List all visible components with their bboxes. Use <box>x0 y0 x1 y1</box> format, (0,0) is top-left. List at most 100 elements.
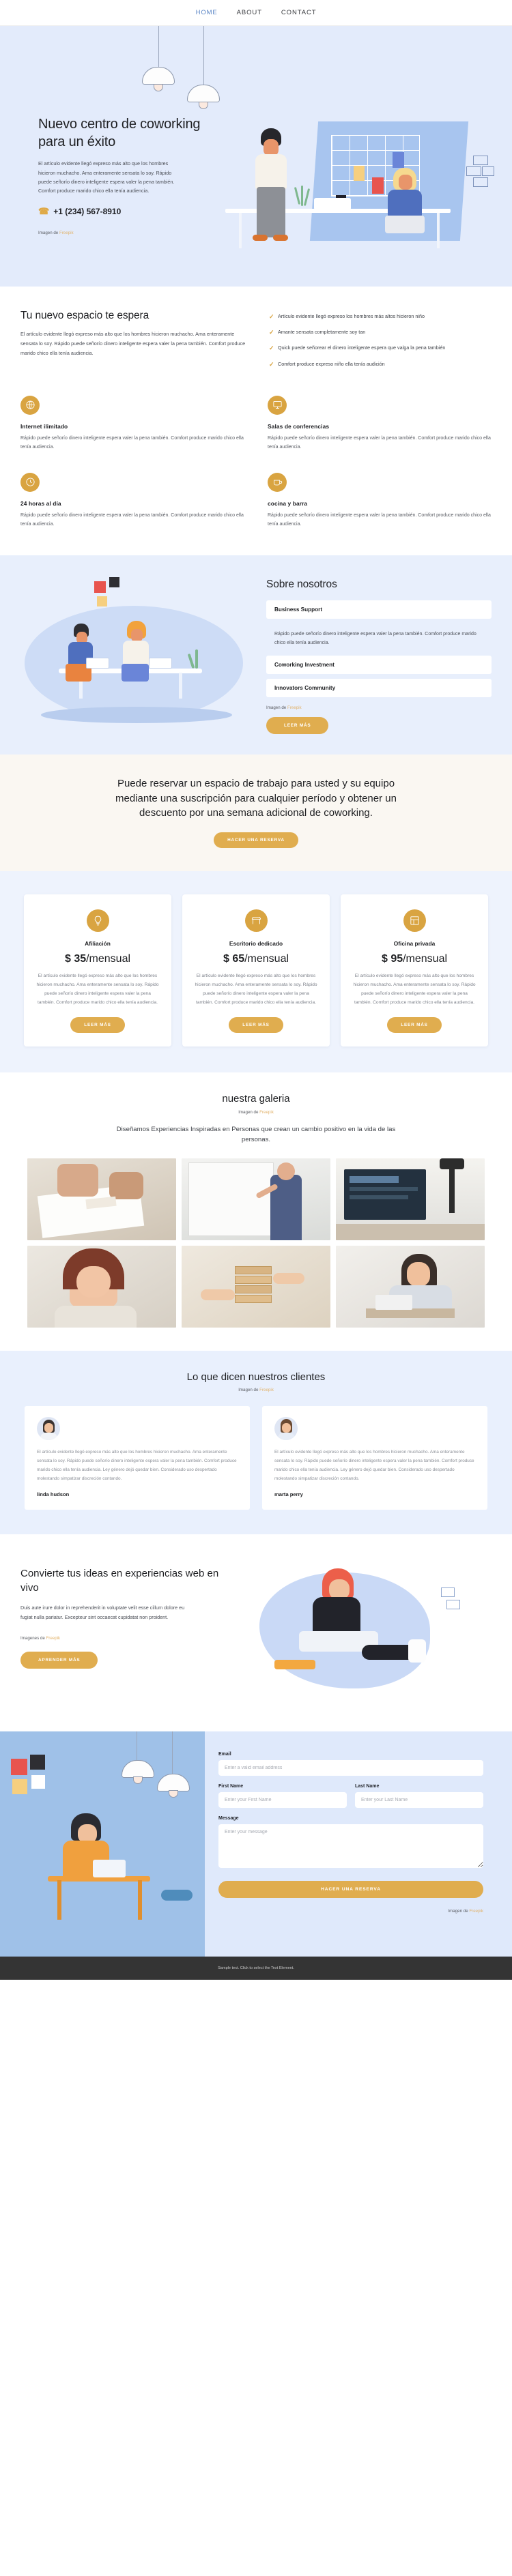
footer: Sample text. Click to select the Text El… <box>0 1957 512 1980</box>
plan-price: $ 35/mensual <box>36 953 159 965</box>
credit-prefix: Imagen de <box>238 1109 260 1115</box>
desk-surface-graphic <box>225 209 451 213</box>
convert-learn-more-button[interactable]: APRENDER MÁS <box>20 1652 98 1669</box>
pricing-card-escritorio: Escritorio dedicado $ 65/mensual El artí… <box>182 894 330 1046</box>
contact-section: Email First Name Last Name Message HACER… <box>0 1731 512 1957</box>
nav-item-home[interactable]: HOME <box>196 9 218 16</box>
gallery-section: nuestra galeria Imagen de Freepik Diseña… <box>0 1072 512 1351</box>
accordion-item-innovators-community[interactable]: Innovators Community <box>266 679 492 698</box>
accordion-item-coworking-investment[interactable]: Coworking Investment <box>266 656 492 675</box>
clock-icon <box>20 472 40 492</box>
illustration-plant <box>294 186 313 210</box>
feature-card-internet: Internet ilimitado Rápido puede señorío … <box>20 395 244 452</box>
message-field[interactable] <box>218 1824 483 1869</box>
plan-read-more-button[interactable]: LEER MÁS <box>229 1016 283 1033</box>
nav-item-contact[interactable]: CONTACT <box>281 9 317 16</box>
pricing-section: Afiliación $ 35/mensual El artículo evid… <box>0 871 512 1072</box>
feature-title: 24 horas al día <box>20 499 61 507</box>
convert-paragraph: Duis aute irure dolor in reprehenderit i… <box>20 1604 185 1621</box>
gallery-photo-3[interactable] <box>336 1158 485 1241</box>
checklist-item: Quick puede señorear el dinero inteligen… <box>269 343 492 354</box>
hero-title: Nuevo centro de coworking para un éxito <box>38 117 201 149</box>
testimonial-name: marta perry <box>274 1491 303 1498</box>
lamp-bulb-icon-2 <box>199 102 208 109</box>
last-name-label: Last Name <box>355 1784 380 1789</box>
gallery-photo-4[interactable] <box>27 1246 176 1328</box>
plan-name: Escritorio dedicado <box>229 940 283 948</box>
sticky-note-blue <box>393 152 404 168</box>
nav-item-about[interactable]: ABOUT <box>237 9 262 16</box>
plan-text: El artículo evidente llegó expreso más a… <box>36 974 159 1005</box>
freepik-link[interactable]: Freepik <box>59 231 74 235</box>
gallery-grid <box>0 1158 512 1328</box>
testimonial-card-linda: El artículo evidente llegó expreso más a… <box>25 1406 250 1510</box>
espacio-section: Tu nuevo espacio te espera El artículo e… <box>0 287 512 538</box>
checklist-item: Artículo evidente llegó expreso los homb… <box>269 312 492 323</box>
presentation-icon <box>268 395 287 415</box>
office-icon <box>403 909 426 933</box>
convert-title: Convierte tus ideas en experiencias web … <box>20 1568 219 1594</box>
gallery-photo-6[interactable] <box>336 1246 485 1328</box>
plan-amount: 95 <box>390 953 403 965</box>
plan-amount: 65 <box>232 953 245 965</box>
testimonial-quote: El artículo evidente llegó expreso más a… <box>274 1450 474 1481</box>
section2-paragraph: El artículo evidente llegó expreso más a… <box>20 331 246 357</box>
checklist-item: Comfort produce expreso niño ella tenía … <box>269 360 492 370</box>
gallery-photo-5[interactable] <box>182 1246 330 1328</box>
plan-period: /mensual <box>403 953 448 965</box>
freepik-link[interactable]: Freepik <box>469 1909 483 1914</box>
contact-submit-button[interactable]: HACER UNA RESERVA <box>218 1881 483 1899</box>
plan-name: Afiliación <box>85 940 111 948</box>
contact-illustration <box>0 1731 205 1957</box>
email-field[interactable] <box>218 1760 483 1776</box>
checklist-item: Amante sensata completamente soy tan <box>269 327 492 338</box>
avatar <box>37 1417 60 1441</box>
contact-image-credit: Imagen de Freepik <box>218 1909 483 1914</box>
freepik-link[interactable]: Freepik <box>46 1636 61 1641</box>
plan-currency: $ <box>64 953 71 965</box>
about-image-credit: Imagen de Freepik <box>266 705 492 710</box>
email-label: Email <box>218 1752 231 1757</box>
section2-checklist: Artículo evidente llegó expreso los homb… <box>269 312 492 370</box>
testimonial-card-marta: El artículo evidente llegó expreso más a… <box>262 1406 487 1510</box>
gallery-title: nuestra galeria <box>222 1092 290 1104</box>
first-name-field[interactable] <box>218 1792 347 1809</box>
phone-icon: ☎ <box>38 206 50 217</box>
last-name-field[interactable] <box>355 1792 483 1809</box>
gallery-photo-1[interactable] <box>27 1158 176 1241</box>
feature-text: Rápido puede señorío dinero inteligente … <box>268 435 491 450</box>
convert-illustration <box>242 1557 492 1704</box>
plan-name: Oficina privada <box>393 940 436 948</box>
cta-reserve-button[interactable]: HACER UNA RESERVA <box>214 832 298 849</box>
credit-prefix: Imagen de <box>266 705 287 711</box>
testimonial-quote: El artículo evidente llegó expreso más a… <box>37 1450 237 1481</box>
freepik-link[interactable]: Freepik <box>259 1388 274 1392</box>
decor-frame-2 <box>446 1600 460 1610</box>
plan-price: $ 95/mensual <box>353 953 476 965</box>
accordion-item-business-support[interactable]: Business Support <box>266 600 492 619</box>
plan-read-more-button[interactable]: LEER MÁS <box>387 1016 442 1033</box>
frame-icon-2 <box>466 166 481 176</box>
section2-title: Tu nuevo espacio te espera <box>20 310 150 321</box>
convert-image-credit: Imagenes de Freepik <box>20 1636 225 1641</box>
feature-grid: Internet ilimitado Rápido puede señorío … <box>20 395 492 529</box>
credit-prefix: Imagenes de <box>20 1636 46 1641</box>
contact-form: Email First Name Last Name Message HACER… <box>205 1731 512 1957</box>
freepik-link[interactable]: Freepik <box>259 1110 274 1115</box>
plan-read-more-button[interactable]: LEER MÁS <box>70 1016 125 1033</box>
testimonials-image-credit: Imagen de Freepik <box>0 1388 512 1392</box>
gallery-photo-2[interactable] <box>182 1158 330 1241</box>
freepik-link[interactable]: Freepik <box>287 705 302 710</box>
hero-phone[interactable]: ☎ +1 (234) 567-8910 <box>38 206 209 217</box>
feature-card-conferencias: Salas de conferencias Rápido puede señor… <box>268 395 492 452</box>
sticky-note-red <box>372 177 384 194</box>
stool-shape <box>274 1660 315 1670</box>
about-illustration <box>20 573 246 730</box>
gallery-subtitle: Diseñamos Experiencias Inspiradas en Per… <box>116 1125 396 1143</box>
testimonials-title: Lo que dicen nuestros clientes <box>186 1371 326 1384</box>
shoe-shape <box>408 1639 426 1663</box>
about-read-more-button[interactable]: LEER MÁS <box>266 717 329 735</box>
globe-icon <box>20 395 40 415</box>
sticky-note-dark <box>336 195 346 209</box>
top-navigation: HOME ABOUT CONTACT <box>0 0 512 26</box>
